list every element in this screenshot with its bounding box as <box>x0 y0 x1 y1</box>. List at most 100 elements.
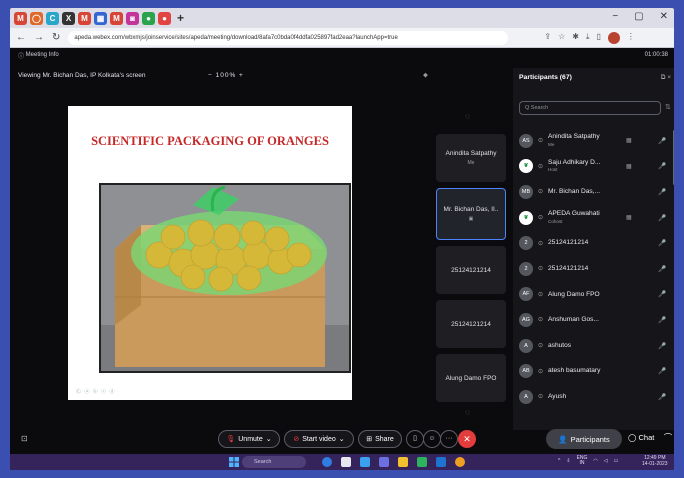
tiles-scroll-up-icon[interactable]: ◌ <box>465 112 470 121</box>
edge-app-icon[interactable] <box>360 457 370 467</box>
start-video-button[interactable]: ⊘ Start video ⌄ <box>284 430 354 448</box>
overflow-menu-icon[interactable]: ⌒ <box>664 432 672 443</box>
participant-mic-icon[interactable]: 🎤 <box>658 393 666 401</box>
usb-icon[interactable]: ⇩ <box>566 458 570 464</box>
video-tile[interactable]: 25124121214 <box>436 246 506 294</box>
volume-icon[interactable]: ◁ <box>604 458 608 464</box>
participant-mic-icon[interactable]: 🎤 <box>658 316 666 324</box>
browser-tab[interactable]: ◯ <box>30 11 43 25</box>
participant-row[interactable]: A ⊙ Ayush 🎤 <box>513 384 674 410</box>
participant-mic-icon[interactable]: 🎤 <box>658 188 666 196</box>
video-tile[interactable]: 25124121214 <box>436 300 506 348</box>
browser-tab[interactable]: ● <box>142 11 155 25</box>
participant-row[interactable]: ❦ ⊙ Saju Adhikary D... Host ▦ 🎤 <box>513 154 674 180</box>
popout-icon[interactable]: ⧉ <box>661 74 666 81</box>
language-indicator[interactable]: ENG IN <box>577 456 588 466</box>
profile-avatar[interactable] <box>607 31 620 44</box>
leave-meeting-button[interactable]: ✕ <box>458 430 476 448</box>
video-tile[interactable]: Anindita Satpathy Me <box>436 134 506 182</box>
audio-icon[interactable]: ▯ <box>406 430 424 448</box>
browser-tab[interactable]: X <box>62 11 75 25</box>
participant-mic-icon[interactable]: 🎤 <box>658 137 666 145</box>
browser-tab[interactable]: ● <box>158 11 171 25</box>
captions-icon[interactable]: ⊡ <box>21 434 28 443</box>
forward-icon[interactable]: → <box>34 32 44 43</box>
participant-mic-icon[interactable]: 🎤 <box>658 239 666 247</box>
participant-row[interactable]: AG ⊙ Anshuman Gos... 🎤 <box>513 307 674 333</box>
mail-app-icon[interactable] <box>436 457 446 467</box>
browser-tab[interactable]: C <box>46 11 59 25</box>
unmute-button[interactable]: 🎙 Unmute ⌄ <box>218 430 280 448</box>
maximize-icon[interactable]: ▢ <box>634 11 643 22</box>
browser-menu-icon[interactable]: ⋮ <box>627 32 635 44</box>
participants-scrollbar[interactable] <box>673 130 674 185</box>
participant-row[interactable]: AF ⊙ Alung Damo FPO 🎤 <box>513 282 674 308</box>
collapse-arrow-icon[interactable]: ⬥ <box>423 72 428 80</box>
close-panel-icon[interactable]: × <box>667 74 671 81</box>
participant-mic-icon[interactable]: 🎤 <box>658 367 666 375</box>
info-icon: ⓘ <box>18 53 26 60</box>
windows-start-icon[interactable] <box>229 457 239 467</box>
participant-row[interactable]: 2 ⊙ 25124121214 🎤 <box>513 256 674 282</box>
tiles-scroll-down-icon[interactable]: ◌ <box>465 408 470 417</box>
participant-row[interactable]: MB ⊙ Mr. Bichan Das,... 🎤 <box>513 179 674 205</box>
close-icon[interactable]: ✕ <box>660 11 668 22</box>
windows-taskbar: Search ^ ⇩ ENG IN ◠ ◁ ▭ 12:49 PM 14-01-2… <box>10 454 674 470</box>
minimize-icon[interactable]: − <box>612 11 618 22</box>
address-bar: ← → ↻ apeda.webex.com/wbxmjs/joinservice… <box>10 28 674 48</box>
device-icon: ⊙ <box>538 368 544 375</box>
participant-row[interactable]: 2 ⊙ 25124121214 🎤 <box>513 230 674 256</box>
participant-row[interactable]: AB ⊙ atesh basumatary 🎤 <box>513 358 674 384</box>
participant-mic-icon[interactable]: 🎤 <box>658 265 666 273</box>
browser-tab-gmail[interactable]: M <box>78 11 91 25</box>
reload-icon[interactable]: ↻ <box>52 32 60 43</box>
share-button[interactable]: ⊞ Share <box>358 430 402 448</box>
bookmark-star-icon[interactable]: ☆ <box>558 32 565 44</box>
clock-date: 14-01-2023 <box>642 461 668 467</box>
participants-search-input[interactable]: Q Search <box>519 101 661 115</box>
app-icon[interactable] <box>379 457 389 467</box>
meeting-info-link[interactable]: Meeting Info <box>26 52 59 58</box>
chevron-up-icon[interactable]: ^ <box>558 458 560 464</box>
participant-mic-icon[interactable]: 🎤 <box>658 290 666 298</box>
participant-row[interactable]: A ⊙ ashutos 🎤 <box>513 333 674 359</box>
participant-mic-icon[interactable]: 🎤 <box>658 342 666 350</box>
participant-mic-icon[interactable]: 🎤 <box>658 162 666 170</box>
chrome-app-icon[interactable] <box>455 457 465 467</box>
more-options-button[interactable]: ··· <box>440 430 458 448</box>
video-tile[interactable]: Alung Damo FPO <box>436 354 506 402</box>
chrome-app-icon[interactable] <box>322 457 332 467</box>
zoom-out-button[interactable]: − <box>208 72 213 79</box>
participant-mic-icon[interactable]: 🎤 <box>658 214 666 222</box>
participant-video-icon: ▦ <box>626 138 632 145</box>
share-icon[interactable]: ⇪ <box>544 32 551 44</box>
taskbar-clock[interactable]: 12:49 PM 14-01-2023 <box>642 455 668 467</box>
browser-tab[interactable]: ▦ <box>94 11 107 25</box>
extensions-icon[interactable]: ✱ <box>572 32 579 44</box>
meeting-top-bar: ⓘ Meeting Info 01:00:38 <box>10 48 674 62</box>
zoom-in-button[interactable]: + <box>239 72 244 79</box>
wifi-icon[interactable]: ◠ <box>593 458 597 464</box>
sidebar-icon[interactable]: ▯ <box>597 32 601 44</box>
sort-icon[interactable]: ⇅ <box>665 103 671 111</box>
participants-button[interactable]: 👤 Participants <box>546 429 622 449</box>
participant-name-text: Mr. Bichan Das,... <box>548 188 601 196</box>
teams-app-icon[interactable] <box>341 457 351 467</box>
browser-tab[interactable]: ◙ <box>126 11 139 25</box>
back-icon[interactable]: ← <box>16 32 26 43</box>
new-tab-button[interactable]: + <box>174 11 187 25</box>
chat-button[interactable]: ◯ Chat <box>628 433 654 442</box>
browser-tab-gmail[interactable]: M <box>110 11 123 25</box>
url-field[interactable]: apeda.webex.com/wbxmjs/joinservice/sites… <box>68 30 509 45</box>
app-icon[interactable] <box>417 457 427 467</box>
reactions-icon[interactable]: ☺ <box>423 430 441 448</box>
browser-tab-gmail[interactable]: M <box>14 11 27 25</box>
participant-row[interactable]: AS ⊙ Anindita Satpathy Me ▦ 🎤 <box>513 128 674 154</box>
download-icon[interactable]: ⤓ <box>586 32 590 44</box>
file-explorer-icon[interactable] <box>398 457 408 467</box>
taskbar-search[interactable]: Search <box>242 456 306 468</box>
participant-avatar: ❦ <box>519 210 533 225</box>
participant-row[interactable]: ❦ ⊙ APEDA Guwahati Cohost ▦ 🎤 <box>513 205 674 231</box>
video-tile-active[interactable]: Mr. Bichan Das, II.. ▣ <box>436 188 506 240</box>
battery-icon[interactable]: ▭ <box>614 458 619 464</box>
